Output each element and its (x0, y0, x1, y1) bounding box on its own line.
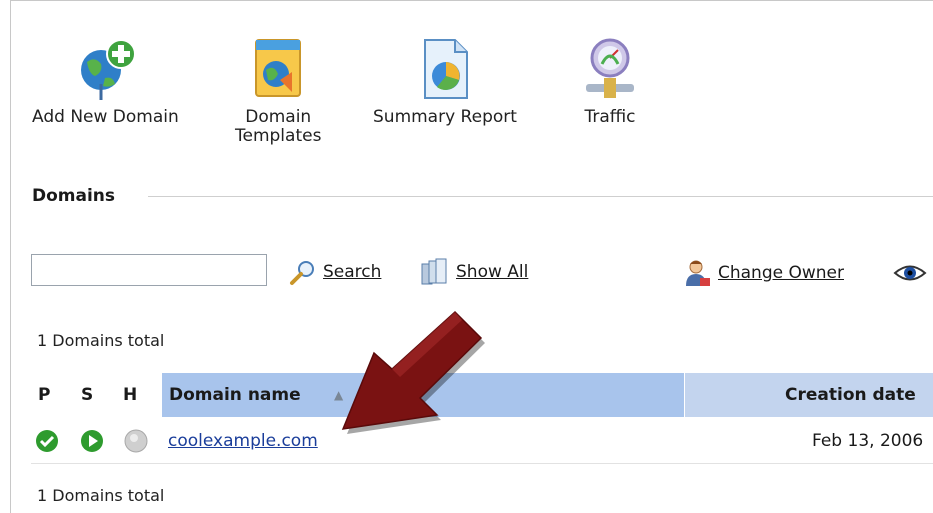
summary-report-icon (423, 39, 468, 99)
frame-left-border (10, 0, 11, 513)
table-header: P S H Domain name ▲ Creation date (31, 373, 933, 417)
col-header-s[interactable]: S (81, 373, 93, 417)
domain-templates-label-line1: Domain (245, 107, 312, 127)
search-label: Search (323, 262, 382, 282)
change-owner-label: Change Owner (718, 263, 844, 283)
domain-templates-icon (255, 39, 302, 97)
domains-total-top: 1 Domains total (37, 331, 165, 350)
eye-icon[interactable] (893, 262, 927, 284)
domain-link[interactable]: coolexample.com (168, 431, 318, 451)
creation-date-cell: Feb 13, 2006 (812, 431, 924, 451)
col-header-p[interactable]: P (38, 373, 50, 417)
header-separator (684, 373, 685, 417)
domain-templates-label-line2: Templates (235, 126, 322, 146)
search-input[interactable] (31, 254, 267, 286)
search-button[interactable]: Search (289, 258, 381, 286)
search-icon (290, 261, 314, 285)
domain-templates-button[interactable]: Domain Templates (235, 36, 321, 146)
col-header-h[interactable]: H (123, 373, 137, 417)
show-all-button[interactable]: Show All (420, 258, 528, 286)
section-title: Domains (32, 186, 116, 206)
gray-circle-icon (124, 429, 148, 453)
row-divider (31, 463, 933, 464)
section-divider (148, 196, 933, 197)
traffic-icon (586, 38, 634, 98)
sort-indicator-icon: ▲ (334, 388, 344, 402)
table-row (31, 418, 933, 464)
change-owner-icon (686, 260, 710, 286)
domains-total-bottom: 1 Domains total (37, 486, 165, 505)
summary-report-label: Summary Report (373, 107, 517, 127)
frame-top-border (10, 0, 933, 1)
traffic-label: Traffic (584, 107, 636, 127)
add-new-domain-button[interactable]: Add New Domain (32, 36, 179, 127)
col-header-domain-name[interactable]: Domain name (169, 373, 301, 417)
add-new-domain-label: Add New Domain (32, 107, 179, 127)
summary-report-button[interactable]: Summary Report (373, 36, 517, 127)
globe-add-icon (81, 39, 137, 100)
show-all-icon (421, 258, 447, 285)
change-owner-button[interactable]: Change Owner (682, 258, 844, 288)
check-circle-icon (36, 430, 58, 452)
traffic-button[interactable]: Traffic (578, 36, 642, 127)
show-all-label: Show All (456, 262, 529, 282)
play-circle-icon (81, 430, 103, 452)
col-header-creation-date[interactable]: Creation date (785, 373, 916, 417)
